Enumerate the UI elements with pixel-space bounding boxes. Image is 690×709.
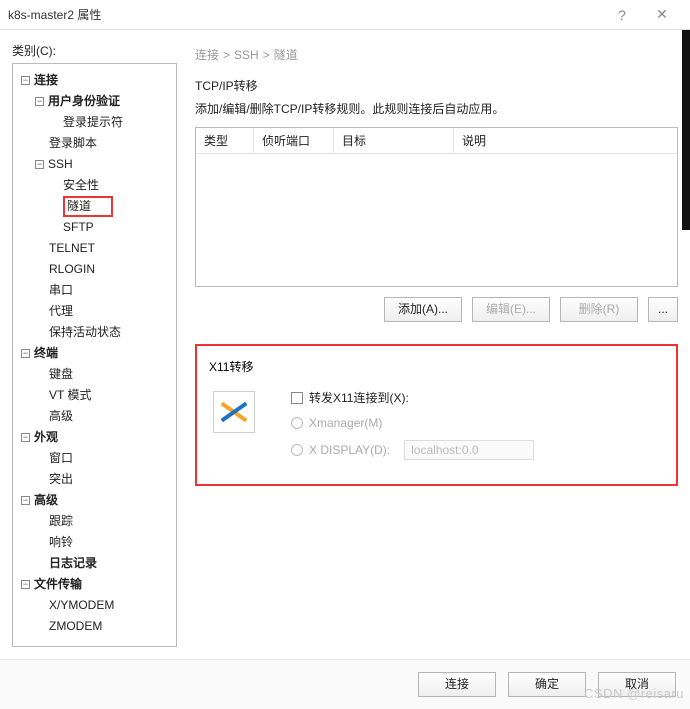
tree-appearance[interactable]: −外观 窗口 突出 — [21, 427, 172, 490]
tree-bell[interactable]: 响铃 — [35, 532, 172, 553]
tree-connection[interactable]: −连接 −用户身份验证 登录提示符 登录脚本 −SSH 安全性 隧道 SFTP — [21, 70, 172, 343]
x11-xmanager-row[interactable]: Xmanager(M) — [291, 416, 660, 430]
tree-login-script[interactable]: 登录脚本 — [35, 133, 172, 154]
tree-ssh-tunnel[interactable]: 隧道 — [49, 196, 172, 217]
tree-ssh-security[interactable]: 安全性 — [49, 175, 172, 196]
col-port[interactable]: 侦听端口 — [254, 128, 334, 153]
col-type[interactable]: 类型 — [196, 128, 254, 153]
xmanager-icon — [213, 391, 255, 433]
checkbox-icon[interactable] — [291, 392, 303, 404]
tree-login-prompt[interactable]: 登录提示符 — [49, 112, 172, 133]
collapse-icon[interactable]: − — [21, 433, 30, 442]
radio-icon[interactable] — [291, 417, 303, 429]
dialog-body: 类别(C): −连接 −用户身份验证 登录提示符 登录脚本 −SSH 安全性 隧… — [0, 30, 690, 659]
tcp-button-row: 添加(A)... 编辑(E)... 删除(R) ... — [195, 297, 678, 322]
collapse-icon[interactable]: − — [35, 97, 44, 106]
connect-button[interactable]: 连接 — [418, 672, 496, 697]
collapse-icon[interactable]: − — [21, 76, 30, 85]
tree-ssh-sftp[interactable]: SFTP — [49, 217, 172, 238]
tree-auth[interactable]: −用户身份验证 登录提示符 — [35, 91, 172, 133]
tree-terminal[interactable]: −终端 键盘 VT 模式 高级 — [21, 343, 172, 427]
tree-trace[interactable]: 跟踪 — [35, 511, 172, 532]
tree-zmodem[interactable]: ZMODEM — [35, 616, 172, 637]
add-button[interactable]: 添加(A)... — [384, 297, 462, 322]
x11-section: X11转移 转发X11连接到(X): Xmanager(M) X DISPLAY… — [195, 344, 678, 486]
tree-filetransfer[interactable]: −文件传输 X/YMODEM ZMODEM — [21, 574, 172, 637]
tree-telnet[interactable]: TELNET — [35, 238, 172, 259]
tree-highlight[interactable]: 突出 — [35, 469, 172, 490]
tree-window[interactable]: 窗口 — [35, 448, 172, 469]
radio-icon[interactable] — [291, 444, 303, 456]
collapse-icon[interactable]: − — [35, 160, 44, 169]
breadcrumb: 连接>SSH>隧道 — [195, 46, 678, 63]
tcp-desc: 添加/编辑/删除TCP/IP转移规则。此规则连接后自动应用。 — [195, 100, 678, 117]
delete-button[interactable]: 删除(R) — [560, 297, 638, 322]
x11-title: X11转移 — [209, 358, 660, 375]
ok-button[interactable]: 确定 — [508, 672, 586, 697]
col-target[interactable]: 目标 — [334, 128, 454, 153]
col-desc[interactable]: 说明 — [454, 128, 677, 153]
collapse-icon[interactable]: − — [21, 580, 30, 589]
tree-keyboard[interactable]: 键盘 — [35, 364, 172, 385]
tree-vt[interactable]: VT 模式 — [35, 385, 172, 406]
tree-keepalive[interactable]: 保持活动状态 — [35, 322, 172, 343]
xdisplay-input[interactable]: localhost:0.0 — [404, 440, 534, 460]
titlebar: k8s-master2 属性 ? ✕ — [0, 0, 690, 30]
tcp-rules-table[interactable]: 类型 侦听端口 目标 说明 — [195, 127, 678, 287]
x11-xdisplay-row[interactable]: X DISPLAY(D): localhost:0.0 — [291, 440, 660, 460]
x11-forward-row[interactable]: 转发X11连接到(X): — [291, 389, 660, 406]
collapse-icon[interactable]: − — [21, 496, 30, 505]
tree-rlogin[interactable]: RLOGIN — [35, 259, 172, 280]
tree-ssh[interactable]: −SSH 安全性 隧道 SFTP — [35, 154, 172, 238]
tree-proxy[interactable]: 代理 — [35, 301, 172, 322]
collapse-icon[interactable]: − — [21, 349, 30, 358]
tcp-title: TCP/IP转移 — [195, 77, 678, 94]
tree-xymodem[interactable]: X/YMODEM — [35, 595, 172, 616]
window-title: k8s-master2 属性 — [8, 6, 602, 23]
more-button[interactable]: ... — [648, 297, 678, 322]
tree-term-adv[interactable]: 高级 — [35, 406, 172, 427]
close-button[interactable]: ✕ — [642, 6, 682, 23]
cancel-button[interactable]: 取消 — [598, 672, 676, 697]
tree-logging[interactable]: 日志记录 — [35, 553, 172, 574]
category-label: 类别(C): — [12, 42, 177, 59]
tree-advanced[interactable]: −高级 跟踪 响铃 日志记录 — [21, 490, 172, 574]
category-tree[interactable]: −连接 −用户身份验证 登录提示符 登录脚本 −SSH 安全性 隧道 SFTP — [12, 63, 177, 647]
edit-button[interactable]: 编辑(E)... — [472, 297, 550, 322]
table-header: 类型 侦听端口 目标 说明 — [196, 128, 677, 154]
dialog-footer: 连接 确定 取消 — [0, 659, 690, 709]
tree-serial[interactable]: 串口 — [35, 280, 172, 301]
help-button[interactable]: ? — [602, 7, 642, 23]
